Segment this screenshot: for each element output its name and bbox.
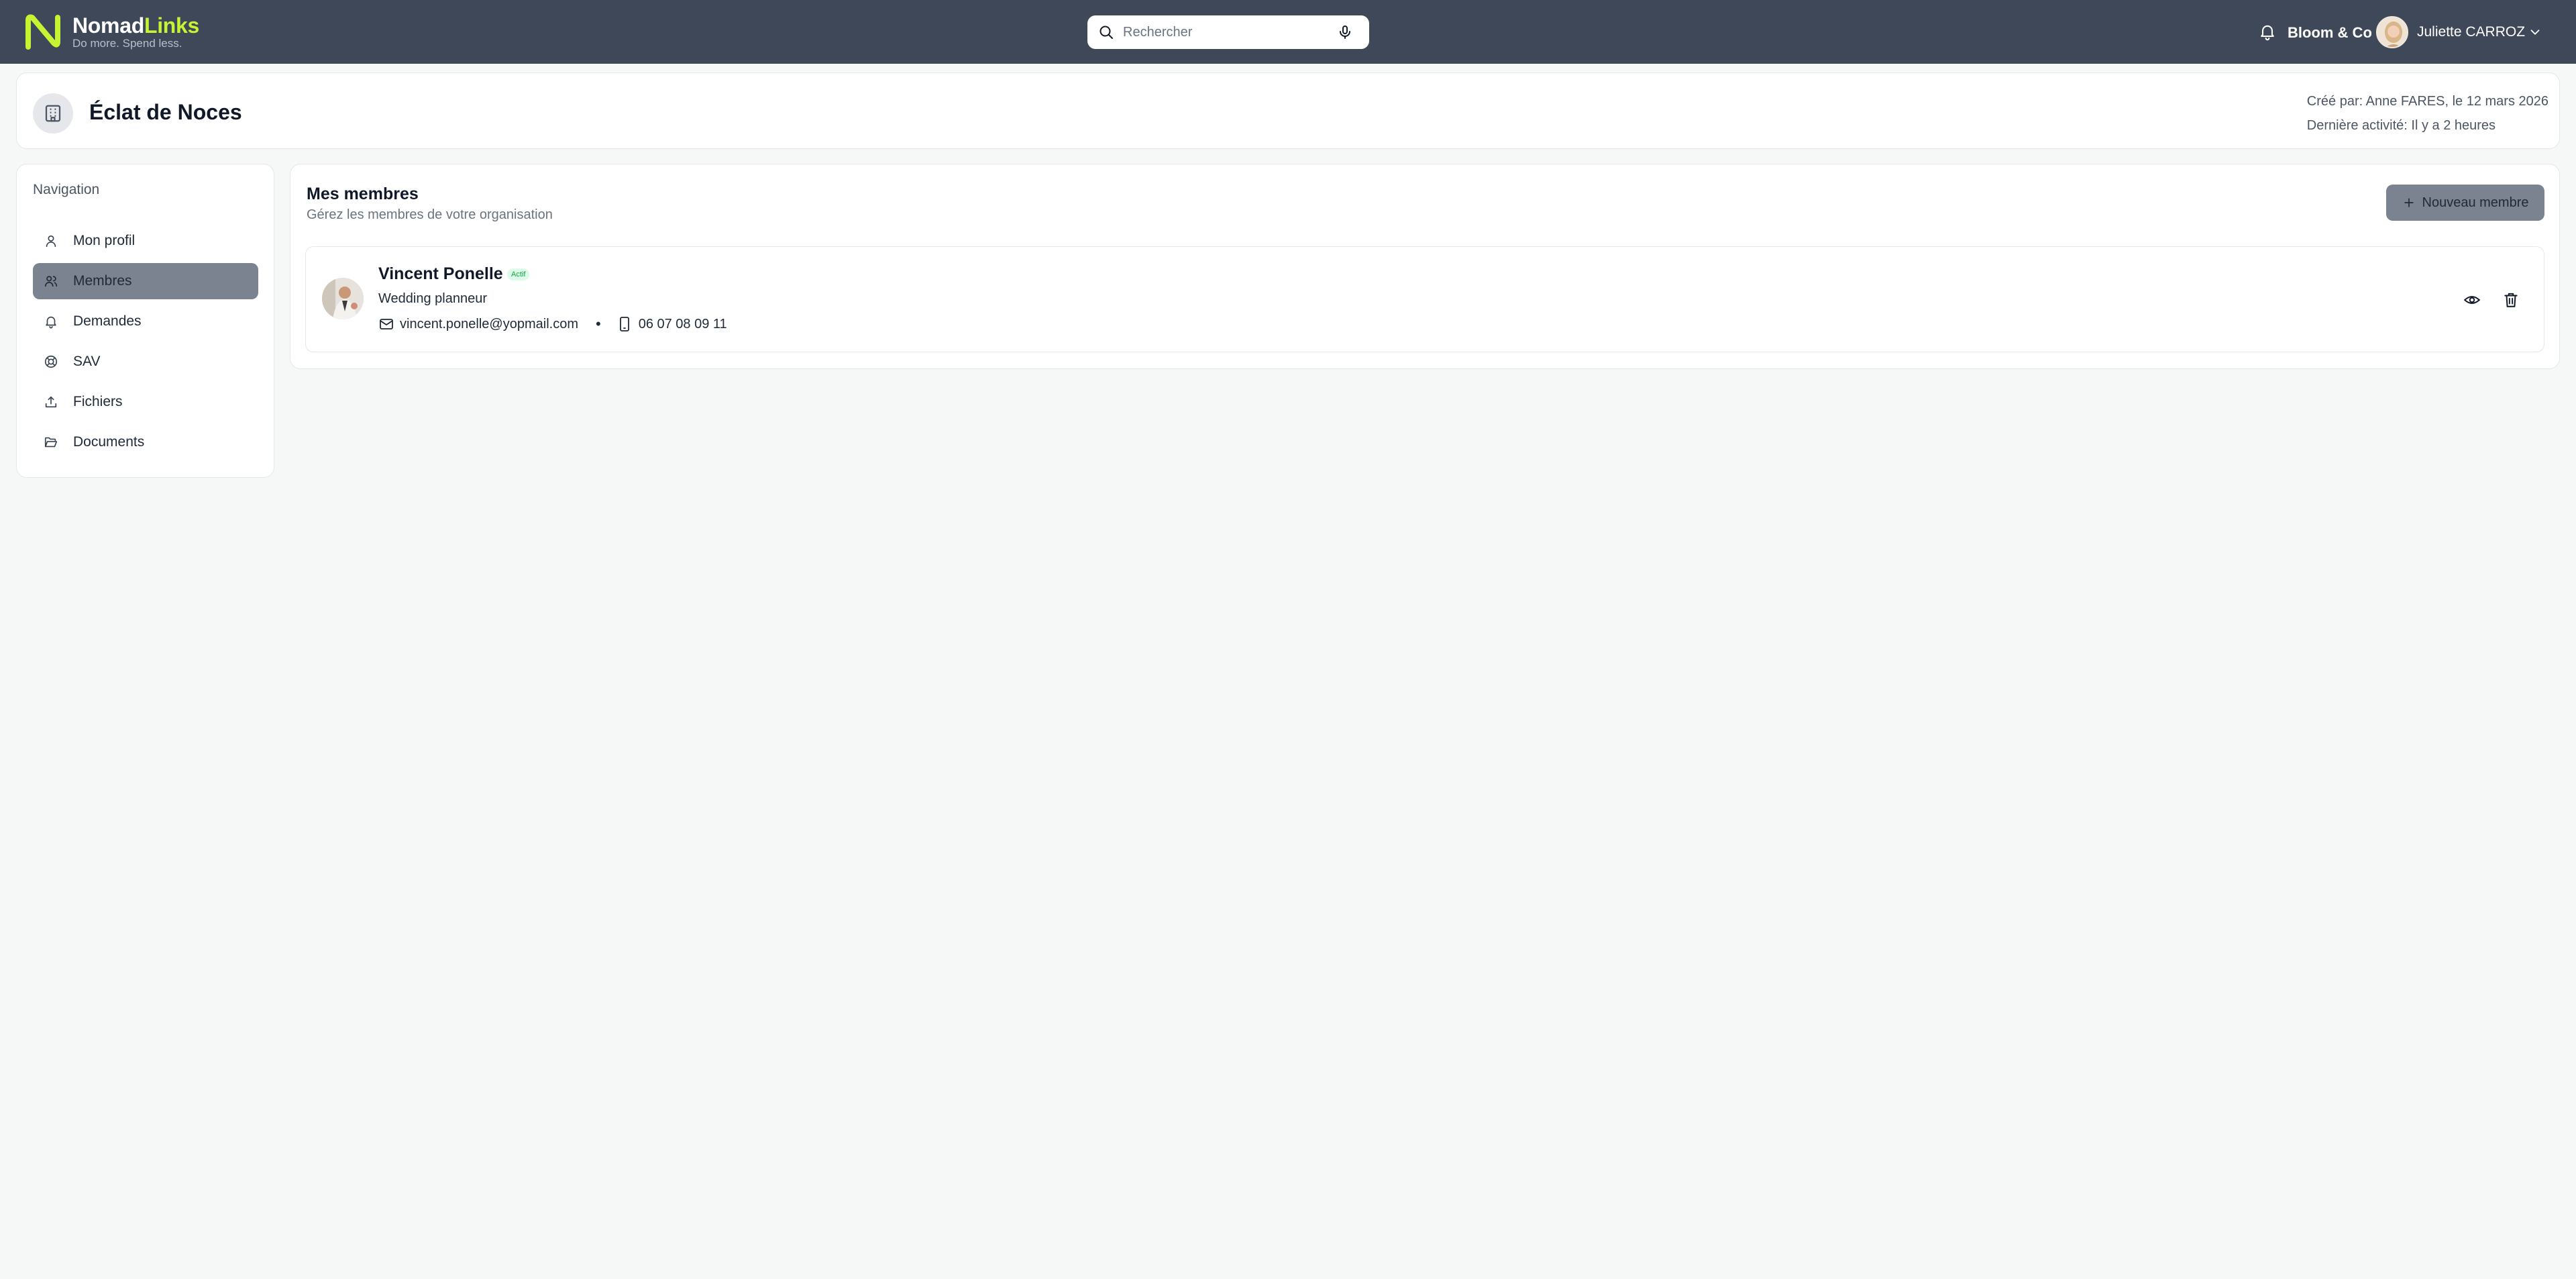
sidebar-item-sav[interactable]: SAV: [33, 344, 258, 380]
sidebar-item-label: SAV: [73, 354, 101, 369]
search-input[interactable]: [1123, 22, 1324, 42]
separator-dot: •: [596, 315, 601, 332]
member-name: Vincent Ponelle: [378, 264, 503, 283]
phone-icon: [619, 317, 629, 331]
member-card: Vincent Ponelle Actif Wedding planneur v…: [305, 246, 2544, 352]
notification-bell-icon[interactable]: [2258, 22, 2277, 41]
user-name[interactable]: Juliette CARROZ: [2417, 24, 2525, 40]
member-role: Wedding planneur: [378, 291, 487, 306]
member-email[interactable]: vincent.ponelle@yopmail.com: [400, 317, 578, 332]
logo-name: NomadLinks: [72, 13, 200, 38]
chevron-down-icon[interactable]: [2528, 25, 2542, 40]
folder-open-icon: [44, 437, 58, 448]
new-member-button-label: Nouveau membre: [2422, 195, 2529, 210]
user-avatar[interactable]: [2376, 16, 2408, 48]
logo[interactable]: NomadLinks Do more. Spend less.: [23, 12, 199, 52]
members-panel: Mes membres Gérez les membres de votre o…: [290, 164, 2560, 369]
bell-icon: [46, 316, 56, 329]
organization-header: Éclat de Noces Créé par: Anne FARES, le …: [16, 72, 2560, 149]
sidebar-item-label: Fichiers: [73, 394, 123, 409]
sidebar-item-demandes[interactable]: Demandes: [33, 303, 258, 340]
organization-switcher[interactable]: Bloom & Co: [2288, 24, 2372, 42]
last-activity-text: Dernière activité: Il y a 2 heures: [2306, 118, 2496, 133]
user-avatar-image: [2377, 17, 2407, 47]
member-avatar: [322, 278, 364, 319]
plus-icon: [2404, 198, 2414, 207]
top-bar: NomadLinks Do more. Spend less. Bloom & …: [0, 0, 2576, 64]
search-bar[interactable]: [1087, 15, 1369, 49]
sidebar-item-label: Mon profil: [73, 233, 136, 248]
organization-meta: Créé par: Anne FARES, le 12 mars 2026 De…: [2307, 89, 2548, 138]
lifebuoy-icon: [44, 355, 58, 368]
mail-icon: [380, 319, 393, 329]
members-subtitle: Gérez les membres de votre organisation: [307, 207, 553, 222]
users-icon: [44, 276, 58, 287]
sidebar: Navigation Mon profil Membres Demandes S…: [16, 164, 274, 478]
member-avatar-image: [322, 278, 364, 319]
building-icon: [45, 105, 61, 122]
sidebar-item-label: Documents: [73, 434, 145, 450]
user-icon: [46, 235, 56, 248]
microphone-icon[interactable]: [1337, 24, 1353, 40]
sidebar-item-membres[interactable]: Membres: [33, 263, 258, 299]
member-phone[interactable]: 06 07 08 09 11: [639, 317, 727, 332]
sidebar-item-fichiers[interactable]: Fichiers: [33, 384, 258, 420]
logo-tagline: Do more. Spend less.: [72, 37, 182, 50]
view-eye-icon[interactable]: [2463, 291, 2481, 309]
created-by-text: Créé par: Anne FARES, le 12 mars 2026: [2306, 94, 2548, 109]
sidebar-item-mon-profil[interactable]: Mon profil: [33, 223, 258, 259]
search-icon: [1099, 25, 1113, 39]
sidebar-item-documents[interactable]: Documents: [33, 424, 258, 460]
organization-title: Éclat de Noces: [89, 100, 242, 124]
delete-trash-icon[interactable]: [2502, 291, 2520, 309]
members-title: Mes membres: [307, 185, 419, 203]
organization-icon-wrapper: [33, 93, 73, 134]
status-badge: Actif: [507, 268, 530, 280]
sidebar-item-label: Membres: [73, 273, 132, 289]
upload-icon: [45, 396, 57, 408]
sidebar-item-label: Demandes: [73, 313, 142, 329]
new-member-button[interactable]: Nouveau membre: [2386, 185, 2544, 221]
sidebar-title: Navigation: [33, 182, 100, 197]
logo-mark-icon: [25, 14, 60, 50]
member-contact: vincent.ponelle@yopmail.com • 06 07 08 0…: [378, 315, 727, 333]
